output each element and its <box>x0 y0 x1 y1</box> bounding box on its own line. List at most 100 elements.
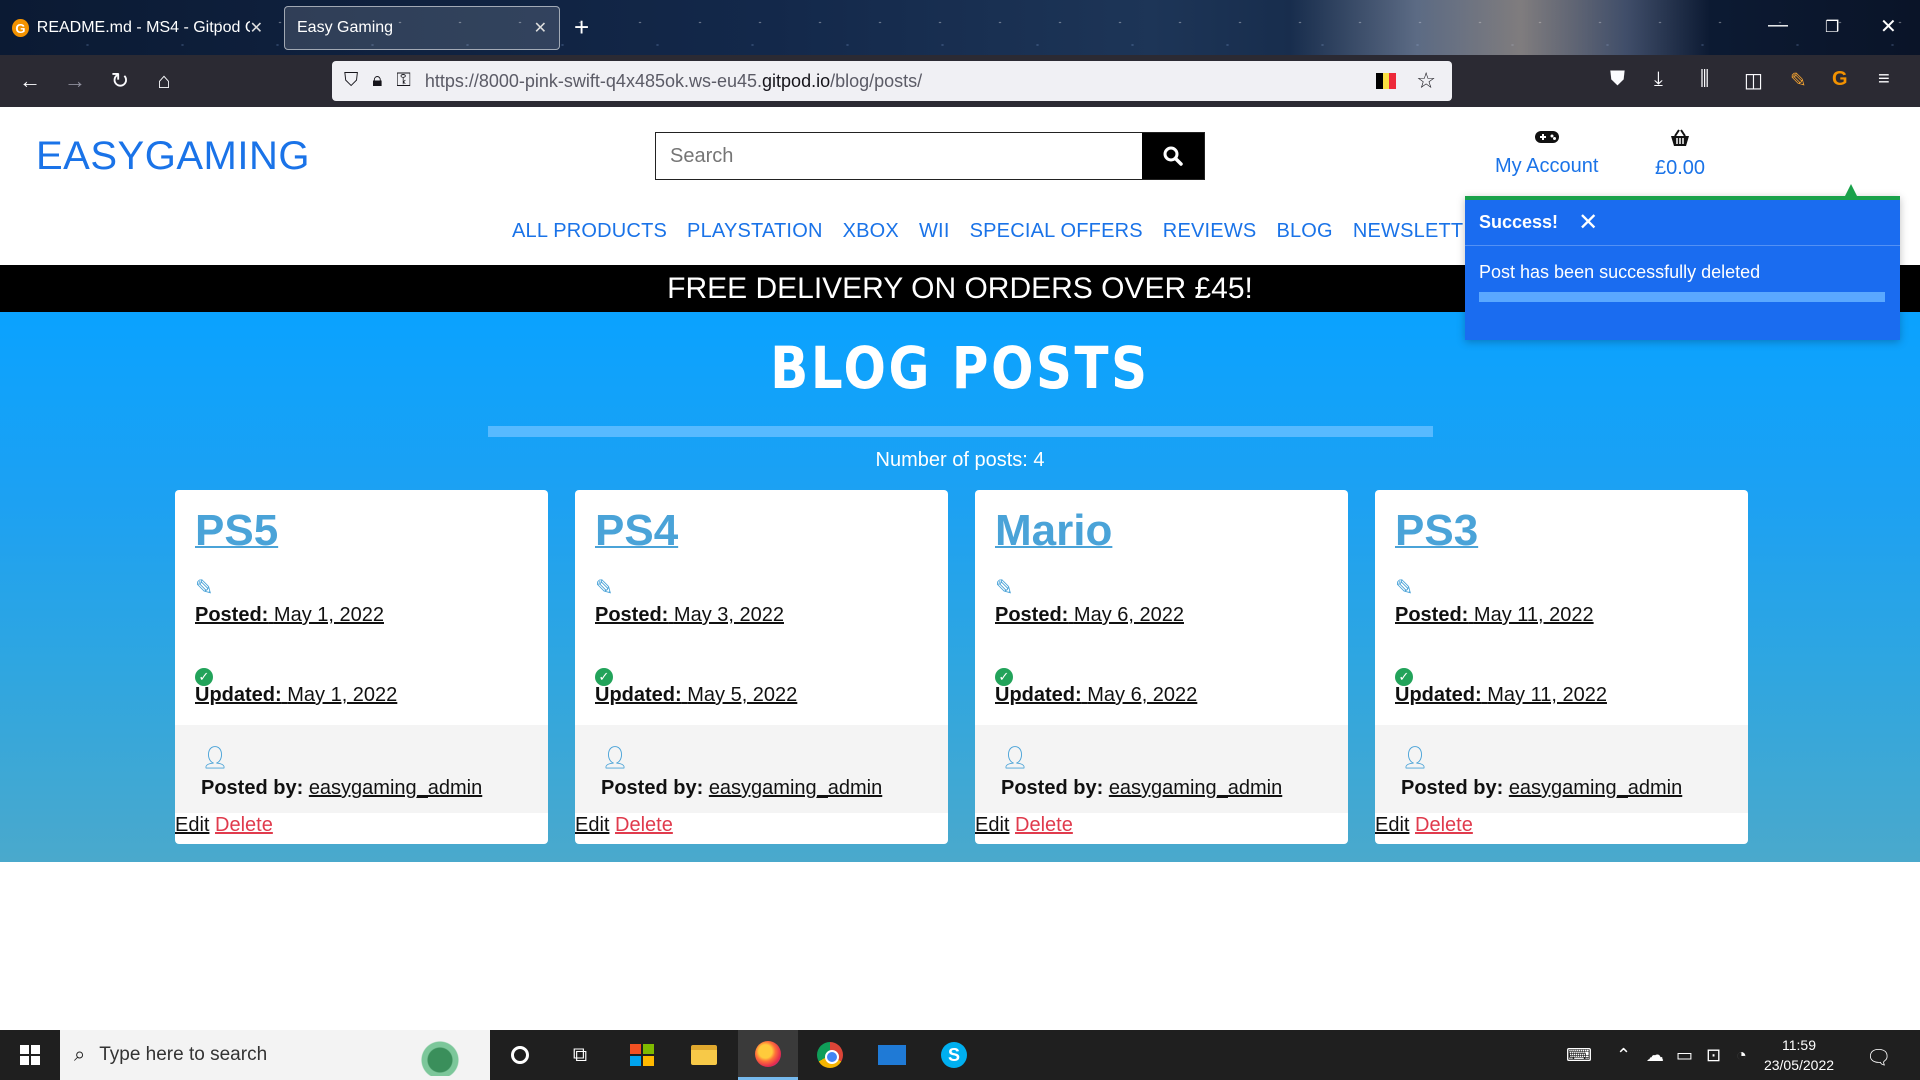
chrome-icon[interactable] <box>800 1030 860 1080</box>
home-icon[interactable]: ⌂ <box>150 67 178 95</box>
notification-icon[interactable]: 🗨︎ <box>1866 1045 1891 1070</box>
mail-icon[interactable] <box>862 1030 922 1080</box>
nav-blog[interactable]: BLOG <box>1276 220 1332 243</box>
site-logo[interactable]: EASYGAMING <box>36 134 310 179</box>
my-account-link[interactable]: My Account <box>1495 129 1598 178</box>
basket-link[interactable]: £0.00 <box>1655 129 1705 180</box>
close-icon[interactable]: ✕ <box>534 18 547 38</box>
url-text[interactable]: https://8000-pink-swift-q4x485ok.ws-eu45… <box>425 71 922 92</box>
cortana-icon[interactable] <box>490 1030 550 1080</box>
edit-post-link[interactable]: Edit <box>575 814 609 836</box>
delete-post-link[interactable]: Delete <box>1015 814 1073 836</box>
success-toast: Success! ✕ Post has been successfully de… <box>1465 184 1900 340</box>
nav-all-products[interactable]: ALL PRODUCTS <box>512 220 667 243</box>
extension-icon[interactable]: ✎ <box>1790 68 1807 93</box>
delete-post-link[interactable]: Delete <box>615 814 673 836</box>
basket-total: £0.00 <box>1655 157 1706 179</box>
tab-readme[interactable]: G README.md - MS4 - Gitpod Co ✕ <box>0 6 275 50</box>
key-icon[interactable]: ⚿ <box>396 70 410 92</box>
windows-taskbar: ⌕ Type here to search ⧉ S ⌨ ⌃ ☁ ▭ ⊡ ◔ 11… <box>0 1030 1920 1080</box>
taskbar-search-placeholder: Type here to search <box>99 1044 268 1065</box>
windows-logo-icon <box>20 1045 40 1065</box>
nav-playstation[interactable]: PLAYSTATION <box>687 220 823 243</box>
post-actions: Edit Delete <box>175 814 273 837</box>
title-divider <box>488 426 1433 437</box>
nav-special-offers[interactable]: SPECIAL OFFERS <box>970 220 1143 243</box>
author-band: 👤︎ Posted by: easygaming_admin <box>175 725 548 813</box>
download-icon[interactable]: ⤓ <box>1654 68 1663 91</box>
post-count: Number of posts: 4 <box>875 449 1045 471</box>
keyboard-icon[interactable]: ⌨ <box>1566 1045 1592 1066</box>
back-icon[interactable]: ← <box>16 67 44 95</box>
taskbar-search[interactable]: ⌕ Type here to search <box>60 1030 490 1080</box>
updated-date: Updated: May 6, 2022 <box>995 684 1198 706</box>
search-highlight-turtle-icon <box>396 1036 484 1076</box>
nav-reviews[interactable]: REVIEWS <box>1163 220 1257 243</box>
sidebar-icon[interactable]: ◫ <box>1744 68 1763 93</box>
network-icon[interactable]: ⊡ <box>1706 1045 1721 1066</box>
author-band: 👤︎ Posted by: easygaming_admin <box>975 725 1348 813</box>
gitpod-favicon-icon: G <box>12 19 29 37</box>
file-explorer-icon[interactable] <box>674 1030 734 1080</box>
tab-easy-gaming[interactable]: Easy Gaming ✕ <box>284 6 560 50</box>
start-button[interactable] <box>0 1030 60 1080</box>
window-close-icon[interactable]: ✕ <box>1880 14 1897 39</box>
browser-toolbar: ← → ↻ ⌂ ⛉ 🔒︎ ⚿ https://8000-pink-swift-q… <box>0 55 1920 107</box>
edit-post-link[interactable]: Edit <box>1375 814 1409 836</box>
search-button[interactable] <box>1142 133 1204 179</box>
skype-icon[interactable]: S <box>924 1030 984 1080</box>
search-icon <box>1163 146 1183 166</box>
toast-message: Post has been successfully deleted <box>1479 262 1761 282</box>
user-check-icon: 👤︎ <box>601 745 629 770</box>
restore-icon[interactable]: ❐ <box>1825 17 1839 37</box>
edit-note-icon: ✎ <box>595 575 614 600</box>
post-actions: Edit Delete <box>575 814 673 837</box>
hamburger-menu-icon[interactable]: ≡ <box>1878 68 1890 91</box>
new-tab-icon[interactable]: + <box>574 12 589 42</box>
close-icon[interactable]: ✕ <box>1578 208 1598 237</box>
search-input[interactable] <box>656 133 1142 179</box>
minimize-icon[interactable]: — <box>1768 14 1788 37</box>
gitpod-icon[interactable]: G <box>1832 68 1848 91</box>
chevron-up-icon[interactable]: ⌃ <box>1616 1045 1631 1066</box>
edit-post-link[interactable]: Edit <box>175 814 209 836</box>
cloud-icon[interactable]: ☁ <box>1646 1045 1664 1066</box>
post-title-link[interactable]: PS5 <box>195 506 278 556</box>
battery-icon[interactable]: ▭ <box>1676 1045 1693 1066</box>
clock-time: 11:59 <box>1782 1037 1816 1053</box>
post-card: Mario ✎ Posted: May 6, 2022 ✓ Updated: M… <box>975 490 1348 844</box>
post-author: Posted by: easygaming_admin <box>1001 777 1283 799</box>
reload-icon[interactable]: ↻ <box>106 67 134 95</box>
task-view-icon[interactable]: ⧉ <box>550 1030 610 1080</box>
wifi-icon[interactable]: ◔ <box>1736 1045 1747 1066</box>
star-icon[interactable]: ☆ <box>1416 68 1436 94</box>
toast-progress-bar <box>1479 292 1885 302</box>
belgium-flag-icon[interactable] <box>1376 73 1397 89</box>
post-title-link[interactable]: PS4 <box>595 506 678 556</box>
post-actions: Edit Delete <box>1375 814 1473 837</box>
my-account-label: My Account <box>1495 155 1599 177</box>
delete-post-link[interactable]: Delete <box>215 814 273 836</box>
forward-icon[interactable]: → <box>61 67 89 95</box>
firefox-icon[interactable] <box>738 1030 798 1080</box>
store-icon[interactable] <box>612 1030 672 1080</box>
lock-icon[interactable]: 🔒︎ <box>372 70 382 92</box>
post-title-link[interactable]: Mario <box>995 506 1112 556</box>
toast-header: Success! ✕ <box>1465 200 1900 246</box>
close-icon[interactable]: ✕ <box>250 18 263 38</box>
edit-note-icon: ✎ <box>1395 575 1414 600</box>
delete-post-link[interactable]: Delete <box>1415 814 1473 836</box>
search-icon: ⌕ <box>74 1043 86 1066</box>
nav-wii[interactable]: WII <box>919 220 950 243</box>
post-title-link[interactable]: PS3 <box>1395 506 1478 556</box>
page-title: BLOG POSTS <box>770 334 1150 402</box>
pocket-icon[interactable]: ⛊ <box>1610 68 1625 91</box>
post-author: Posted by: easygaming_admin <box>601 777 883 799</box>
post-card: PS5 ✎ Posted: May 1, 2022 ✓ Updated: May… <box>175 490 548 844</box>
system-clock[interactable]: 11:59 23/05/2022 <box>1754 1035 1844 1075</box>
edit-post-link[interactable]: Edit <box>975 814 1009 836</box>
library-icon[interactable]: ⫼ <box>1700 68 1709 91</box>
address-bar[interactable]: ⛉ 🔒︎ ⚿ https://8000-pink-swift-q4x485ok.… <box>332 61 1452 101</box>
shield-icon[interactable]: ⛉ <box>344 70 358 92</box>
nav-xbox[interactable]: XBOX <box>843 220 899 243</box>
